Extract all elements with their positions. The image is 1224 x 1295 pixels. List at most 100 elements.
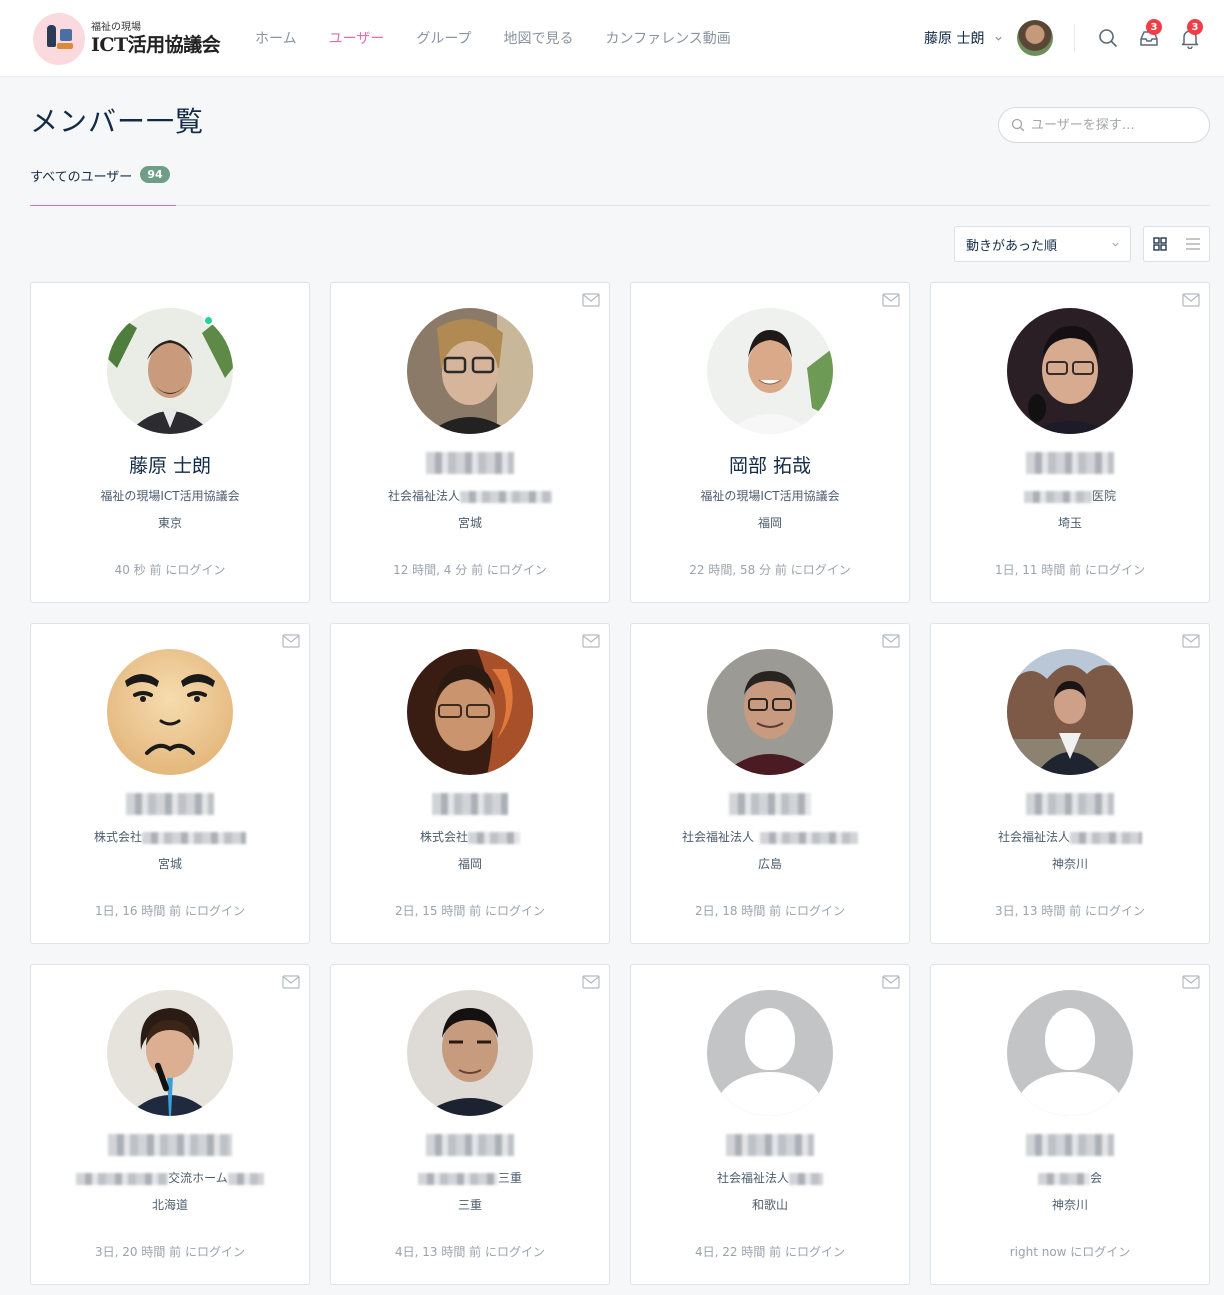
member-name[interactable] <box>331 451 609 477</box>
grid-view-button[interactable] <box>1144 227 1177 261</box>
member-name[interactable] <box>931 451 1209 477</box>
search-input[interactable] <box>1031 117 1191 133</box>
nav-home[interactable]: ホーム <box>255 28 297 48</box>
member-name[interactable] <box>931 1133 1209 1159</box>
member-card[interactable]: 株式会社 宮城 1日, 16 時間 前 にログイン <box>30 623 310 944</box>
member-last-login: 1日, 11 時間 前 にログイン <box>995 563 1145 577</box>
list-view-button[interactable] <box>1177 227 1210 261</box>
envelope-icon[interactable] <box>1182 975 1200 989</box>
member-name[interactable] <box>331 1133 609 1159</box>
current-user-name: 藤原 士朗 <box>924 31 985 47</box>
member-card[interactable]: 社会福祉法人 神奈川 3日, 13 時間 前 にログイン <box>930 623 1210 944</box>
envelope-icon[interactable] <box>282 975 300 989</box>
member-avatar[interactable] <box>407 990 533 1116</box>
member-prefecture: 広島 <box>757 857 782 871</box>
member-name[interactable] <box>631 1133 909 1159</box>
blurred-name <box>426 1133 514 1156</box>
blurred-name <box>1026 1133 1114 1156</box>
member-avatar[interactable] <box>1007 649 1133 775</box>
list-icon <box>1185 238 1200 250</box>
member-avatar[interactable] <box>707 308 833 434</box>
member-last-login: 3日, 13 時間 前 にログイン <box>995 904 1145 918</box>
member-card[interactable]: 医院 埼玉 1日, 11 時間 前 にログイン <box>930 282 1210 603</box>
blurred-name <box>726 1133 814 1156</box>
member-avatar[interactable] <box>407 649 533 775</box>
org-suffix: 会 <box>1089 1171 1102 1185</box>
member-last-login: 40 秒 前 にログイン <box>114 563 226 577</box>
member-name[interactable] <box>31 792 309 818</box>
blurred-name <box>426 451 514 474</box>
envelope-icon[interactable] <box>582 293 600 307</box>
member-prefecture: 福岡 <box>757 516 782 530</box>
org-suffix: 医院 <box>1091 489 1116 503</box>
member-card[interactable]: 岡部 拓哉 福祉の現場ICT活用協議会 福岡 22 時間, 58 分 前 にログ… <box>630 282 910 603</box>
member-search[interactable] <box>998 107 1210 143</box>
member-avatar[interactable] <box>407 308 533 434</box>
blurred-text <box>1023 490 1092 503</box>
member-card[interactable]: 株式会社 福岡 2日, 15 時間 前 にログイン <box>330 623 610 944</box>
member-avatar[interactable] <box>107 990 233 1116</box>
envelope-icon[interactable] <box>1182 634 1200 648</box>
blurred-name <box>1026 451 1114 474</box>
member-card[interactable]: 会 神奈川 right now にログイン <box>930 964 1210 1285</box>
default-avatar-icon[interactable] <box>707 990 833 1116</box>
org-prefix: 社会福祉法人 <box>681 830 754 844</box>
blurred-name <box>1026 792 1114 815</box>
member-prefecture: 埼玉 <box>1057 516 1082 530</box>
member-prefecture: 神奈川 <box>1051 857 1088 871</box>
sort-dropdown[interactable]: 動きがあった順 <box>954 226 1131 262</box>
blurred-text <box>142 831 246 844</box>
member-card[interactable]: 交流ホーム 北海道 3日, 20 時間 前 にログイン <box>30 964 310 1285</box>
member-avatar[interactable] <box>707 649 833 775</box>
default-avatar-icon[interactable] <box>1007 990 1133 1116</box>
member-avatar[interactable] <box>107 308 233 434</box>
member-organization: 医院 <box>931 487 1209 504</box>
site-logo[interactable]: 福祉の現場 ICT活用協議会 <box>33 12 223 66</box>
nav-conference-videos[interactable]: カンファレンス動画 <box>606 28 731 48</box>
envelope-icon[interactable] <box>282 634 300 648</box>
member-prefecture: 東京 <box>157 516 182 530</box>
envelope-icon[interactable] <box>582 975 600 989</box>
member-avatar[interactable] <box>1007 308 1133 434</box>
member-organization: 会 <box>931 1169 1209 1186</box>
member-last-login: 3日, 20 時間 前 にログイン <box>95 1245 245 1259</box>
member-card[interactable]: 社会福祉法人 和歌山 4日, 22 時間 前 にログイン <box>630 964 910 1285</box>
member-prefecture: 宮城 <box>457 516 482 530</box>
member-card[interactable]: 社会福祉法人 広島 2日, 18 時間 前 にログイン <box>630 623 910 944</box>
member-organization: 三重 <box>331 1169 609 1186</box>
nav-users[interactable]: ユーザー <box>329 28 385 48</box>
member-card[interactable]: 三重 三重 4日, 13 時間 前 にログイン <box>330 964 610 1285</box>
member-name[interactable] <box>31 1133 309 1159</box>
member-card[interactable]: 藤原 士朗 福祉の現場ICT活用協議会 東京 40 秒 前 にログイン <box>30 282 310 603</box>
org-prefix: 社会福祉法人 <box>997 830 1070 844</box>
envelope-icon[interactable] <box>582 634 600 648</box>
member-prefecture: 宮城 <box>157 857 182 871</box>
blurred-text <box>1037 1172 1090 1185</box>
current-user-avatar[interactable] <box>1017 20 1054 56</box>
member-name[interactable]: 岡部 拓哉 <box>631 451 909 477</box>
sort-selected-value: 動きがあった順 <box>966 238 1058 254</box>
member-name[interactable] <box>331 792 609 818</box>
blurred-name <box>729 792 811 815</box>
member-name[interactable]: 藤原 士朗 <box>31 451 309 477</box>
blurred-text <box>789 1172 823 1185</box>
blurred-text <box>468 831 520 844</box>
nav-groups[interactable]: グループ <box>416 28 471 48</box>
member-name[interactable] <box>931 792 1209 818</box>
blurred-text <box>460 490 552 503</box>
envelope-icon[interactable] <box>882 293 900 307</box>
user-menu[interactable]: 藤原 士朗 <box>924 20 1054 56</box>
member-prefecture: 和歌山 <box>751 1198 788 1212</box>
envelope-icon[interactable] <box>882 975 900 989</box>
blurred-text <box>1070 831 1142 844</box>
member-name[interactable] <box>631 792 909 818</box>
member-card[interactable]: 社会福祉法人 宮城 12 時間, 4 分 前 にログイン <box>330 282 610 603</box>
tab-all-users[interactable]: すべてのユーザー 94 <box>30 166 176 206</box>
search-icon[interactable] <box>1097 27 1119 49</box>
envelope-icon[interactable] <box>882 634 900 648</box>
member-avatar[interactable] <box>107 649 233 775</box>
envelope-icon[interactable] <box>1182 293 1200 307</box>
logo-title: ICT活用協議会 <box>91 34 221 56</box>
nav-map[interactable]: 地図で見る <box>504 28 574 48</box>
online-status-dot <box>203 315 214 326</box>
